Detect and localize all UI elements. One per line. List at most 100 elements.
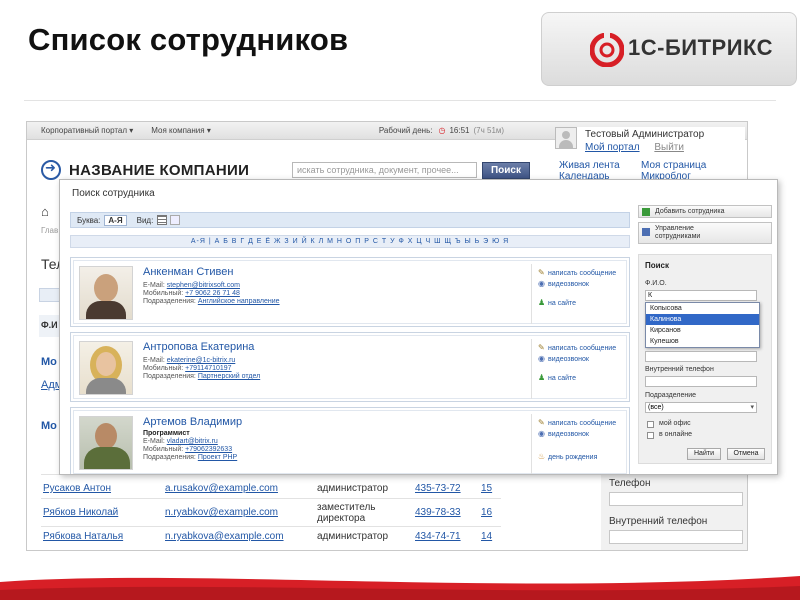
breadcrumb-fragment[interactable]: Глав (41, 226, 58, 235)
company-name[interactable]: НАЗВАНИЕ КОМПАНИИ (69, 162, 249, 179)
employee-phone[interactable]: 439-78-33 (415, 507, 461, 518)
employee-card-department[interactable]: Проект PHP (198, 454, 237, 461)
table-divider (41, 498, 501, 499)
ext-phone-search-input[interactable] (645, 376, 757, 387)
employee-card-department[interactable]: Партнерский отдел (198, 373, 260, 380)
employee-phone[interactable]: 435-73-72 (415, 483, 461, 494)
employee-ext[interactable]: 14 (481, 531, 492, 542)
employee-card-email[interactable]: ekaterine@1c-bitrix.ru (167, 357, 236, 364)
online-label: в онлайне (659, 431, 693, 438)
add-employee-button[interactable]: Добавить сотрудника (638, 205, 772, 218)
employee-card-mobile[interactable]: +79062392633 (185, 446, 232, 453)
employee-card-department[interactable]: Английское направление (198, 298, 280, 305)
email-label: E-Mail: (143, 282, 165, 289)
logout-link[interactable]: Выйти (654, 142, 684, 153)
presentation-slide: Список сотрудников 1С-БИТРИКС Корпоратив… (0, 0, 800, 600)
employee-card-email[interactable]: vladart@bitrix.ru (167, 438, 218, 445)
section-fragment-3[interactable]: Мо (41, 420, 57, 432)
employee-photo[interactable] (79, 416, 133, 470)
table-row[interactable]: Рябкова Наталья n.ryabkova@example.com а… (43, 531, 503, 550)
employee-position: администратор (317, 531, 389, 542)
bitrix-logo-icon (590, 33, 624, 67)
logo-name: БИТРИКС (664, 35, 774, 60)
user-avatar[interactable] (555, 127, 577, 149)
employee-card-position: Программист (143, 430, 190, 437)
employee-card-mobile[interactable]: +79114710197 (185, 365, 231, 372)
birthday-cake-icon: ♨ (538, 452, 546, 461)
ext-phone-field[interactable] (609, 530, 743, 544)
list-view-icon[interactable] (157, 215, 168, 225)
quick-link-mypage[interactable]: Моя страница (641, 160, 723, 171)
employee-phone[interactable]: 434-74-71 (415, 531, 461, 542)
department-label: Подразделения: (143, 373, 196, 380)
employee-mobile-line: Мобильный: +79062392633 (143, 446, 232, 453)
company-header: НАЗВАНИЕ КОМПАНИИ (41, 160, 249, 180)
employee-card-name[interactable]: Антропова Екатерина (143, 341, 254, 353)
employee-name[interactable]: Рябков Николай (43, 507, 118, 518)
employee-card-email[interactable]: stephen@bitrixsoft.com (167, 282, 240, 289)
logo-wordmark: 1С-БИТРИКС (628, 35, 773, 61)
suggestion-item-selected[interactable]: Калинова (646, 314, 759, 325)
department-select[interactable]: (все) (645, 402, 757, 413)
send-message-action[interactable]: ✎ написать сообщение (538, 268, 616, 277)
employee-name[interactable]: Рябкова Наталья (43, 531, 123, 542)
company-menu[interactable]: Моя компания ▾ (151, 126, 211, 135)
card-view-icon[interactable] (170, 215, 181, 225)
table-divider (41, 526, 501, 527)
footer-wave-graphic (0, 576, 800, 600)
video-icon: ◉ (538, 279, 545, 288)
my-portal-link[interactable]: Мой портал (585, 142, 640, 153)
employee-card-name[interactable]: Артемов Владимир (143, 416, 242, 428)
clock-icon: ◷ (438, 126, 446, 135)
cancel-button[interactable]: Отмена (727, 448, 765, 460)
portal-search-input[interactable]: искать сотрудника, документ, прочее... (292, 162, 477, 178)
employee-ext[interactable]: 16 (481, 507, 492, 518)
portal-menu[interactable]: Корпоративный портал ▾ (41, 126, 133, 135)
fio-column-fragment: Ф.И (41, 320, 58, 330)
find-button[interactable]: Найти (687, 448, 721, 460)
employee-name[interactable]: Русаков Антон (43, 483, 111, 494)
manage-employees-button[interactable]: Управление сотрудниками (638, 222, 772, 244)
fio-input[interactable]: К (645, 290, 757, 301)
employee-card-name[interactable]: Анкенман Стивен (143, 266, 233, 278)
slide-footer-bar (0, 568, 800, 600)
section-fragment-1[interactable]: Мо (41, 356, 57, 368)
employee-card-mobile[interactable]: +7 9062 26 71 48 (185, 290, 240, 297)
birthday-status: ♨ день рождения (538, 452, 597, 461)
online-user-icon: ♟ (538, 298, 546, 307)
my-office-checkbox[interactable] (647, 421, 654, 428)
send-message-action[interactable]: ✎ написать сообщение (538, 418, 616, 427)
arrow-right-icon (41, 160, 61, 180)
video-call-action[interactable]: ◉ видеозвонок (538, 429, 589, 438)
email-label: E-Mail: (143, 357, 165, 364)
portal-search-button[interactable]: Поиск (482, 162, 530, 179)
suggestion-item[interactable]: Кирсанов (646, 325, 759, 336)
employee-photo[interactable] (79, 266, 133, 320)
fio-input-extra[interactable] (645, 351, 757, 362)
home-icon[interactable]: ⌂ (41, 204, 49, 219)
dialog-title: Поиск сотрудника (72, 188, 155, 199)
ext-phone-search-label: Внутренний телефон (645, 366, 714, 373)
ext-phone-label: Внутренний телефон (609, 516, 708, 527)
employee-email[interactable]: a.rusakov@example.com (165, 483, 278, 494)
phone-field[interactable] (609, 492, 743, 506)
user-name: Тестовый Администратор (585, 129, 705, 140)
employee-photo[interactable] (79, 341, 133, 395)
workday-time[interactable]: 16:51 (449, 126, 469, 135)
slide-title: Список сотрудников (28, 22, 349, 57)
suggestion-item[interactable]: Кулешов (646, 336, 759, 347)
online-checkbox[interactable] (647, 432, 654, 439)
employee-ext[interactable]: 15 (481, 483, 492, 494)
employee-email[interactable]: n.ryabkova@example.com (165, 531, 284, 542)
quick-link-feed[interactable]: Живая лента (559, 160, 641, 171)
video-call-action[interactable]: ◉ видеозвонок (538, 279, 589, 288)
employee-email[interactable]: n.ryabkov@example.com (165, 507, 278, 518)
table-row[interactable]: Рябков Николай n.ryabkov@example.com зам… (43, 502, 503, 524)
suggestion-item[interactable]: Копысова (646, 303, 759, 314)
send-message-action[interactable]: ✎ написать сообщение (538, 343, 616, 352)
letter-range-button[interactable]: А-Я (104, 214, 127, 226)
video-call-action[interactable]: ◉ видеозвонок (538, 354, 589, 363)
table-row[interactable]: Русаков Антон a.rusakov@example.com адми… (43, 483, 503, 503)
pencil-icon: ✎ (538, 418, 545, 427)
alphabet-filter[interactable]: А-Я | А Б В Г Д Е Ё Ж З И Й К Л М Н О П … (70, 235, 630, 248)
